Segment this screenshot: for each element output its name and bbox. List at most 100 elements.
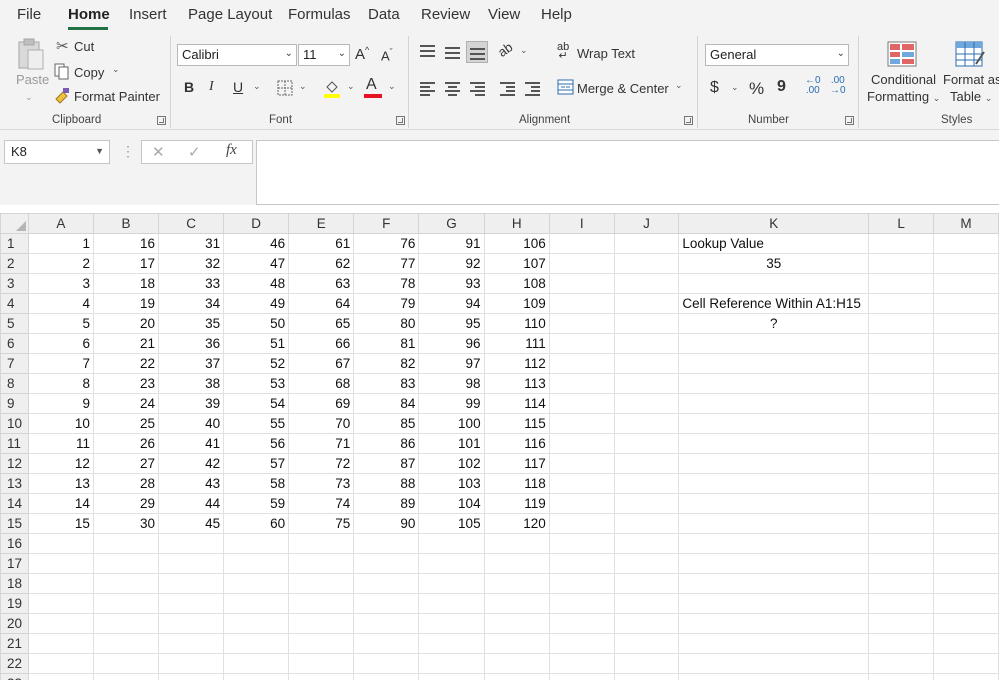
cell-f14[interactable]: 89 bbox=[353, 493, 420, 514]
cell-d5[interactable]: 50 bbox=[223, 313, 290, 334]
cell-i23[interactable] bbox=[548, 673, 615, 680]
cell-l22[interactable] bbox=[868, 653, 935, 674]
cell-b18[interactable] bbox=[92, 573, 160, 594]
cell-a11[interactable]: 11 bbox=[27, 433, 94, 454]
cell-l16[interactable] bbox=[868, 533, 935, 554]
cell-l14[interactable] bbox=[868, 493, 935, 514]
cell-f9[interactable]: 84 bbox=[353, 393, 420, 414]
cell-m3[interactable] bbox=[933, 273, 999, 294]
cell-e22[interactable] bbox=[288, 653, 355, 674]
cell-e7[interactable]: 67 bbox=[288, 353, 355, 374]
cell-f2[interactable]: 77 bbox=[353, 253, 420, 274]
cell-f23[interactable] bbox=[353, 673, 420, 680]
cell-c20[interactable] bbox=[158, 613, 225, 634]
cell-h2[interactable]: 107 bbox=[483, 253, 550, 274]
cell-b9[interactable]: 24 bbox=[92, 393, 160, 414]
cell-b10[interactable]: 25 bbox=[92, 413, 160, 434]
chevron-down-icon[interactable]: ⌄ bbox=[253, 81, 261, 92]
cell-m12[interactable] bbox=[933, 453, 999, 474]
cell-m11[interactable] bbox=[933, 433, 999, 454]
cell-f3[interactable]: 78 bbox=[353, 273, 420, 294]
underline-button[interactable]: U bbox=[233, 79, 243, 95]
cell-f21[interactable] bbox=[353, 633, 420, 654]
cell-b7[interactable]: 22 bbox=[92, 353, 160, 374]
cell-k18[interactable] bbox=[678, 573, 870, 594]
cell-j20[interactable] bbox=[613, 613, 680, 634]
cell-k2[interactable]: 35 bbox=[678, 253, 870, 274]
cell-k9[interactable] bbox=[678, 393, 870, 414]
row-header-20[interactable]: 20 bbox=[0, 613, 29, 634]
cell-h4[interactable]: 109 bbox=[483, 293, 550, 314]
cell-d16[interactable] bbox=[223, 533, 290, 554]
cell-m10[interactable] bbox=[933, 413, 999, 434]
cell-c9[interactable]: 39 bbox=[158, 393, 225, 414]
cell-d17[interactable] bbox=[223, 553, 290, 574]
fill-color-button[interactable]: ⌄ bbox=[323, 78, 357, 100]
cell-f15[interactable]: 90 bbox=[353, 513, 420, 534]
cell-c11[interactable]: 41 bbox=[158, 433, 225, 454]
cell-d3[interactable]: 48 bbox=[223, 273, 290, 294]
cell-a21[interactable] bbox=[27, 633, 94, 654]
cell-c1[interactable]: 31 bbox=[158, 233, 225, 254]
cell-f8[interactable]: 83 bbox=[353, 373, 420, 394]
font-family-select[interactable]: Calibri ⌄ bbox=[177, 44, 297, 66]
cell-h11[interactable]: 116 bbox=[483, 433, 550, 454]
cell-f17[interactable] bbox=[353, 553, 420, 574]
cell-c14[interactable]: 44 bbox=[158, 493, 225, 514]
column-header-f[interactable]: F bbox=[353, 213, 420, 234]
cell-h9[interactable]: 114 bbox=[483, 393, 550, 414]
select-all-button[interactable] bbox=[0, 213, 29, 234]
cell-g10[interactable]: 100 bbox=[418, 413, 485, 434]
cell-f4[interactable]: 79 bbox=[353, 293, 420, 314]
column-header-m[interactable]: M bbox=[933, 213, 999, 234]
align-right-icon[interactable] bbox=[470, 82, 485, 96]
cell-a2[interactable]: 2 bbox=[27, 253, 94, 274]
cell-f16[interactable] bbox=[353, 533, 420, 554]
cell-g12[interactable]: 102 bbox=[418, 453, 485, 474]
tab-review[interactable]: Review bbox=[421, 6, 470, 23]
cell-j4[interactable] bbox=[613, 293, 680, 314]
cell-l6[interactable] bbox=[868, 333, 935, 354]
number-format-select[interactable]: General ⌄ bbox=[705, 44, 849, 66]
cell-f18[interactable] bbox=[353, 573, 420, 594]
cell-i15[interactable] bbox=[548, 513, 615, 534]
cell-c12[interactable]: 42 bbox=[158, 453, 225, 474]
cell-f20[interactable] bbox=[353, 613, 420, 634]
cell-l20[interactable] bbox=[868, 613, 935, 634]
row-header-21[interactable]: 21 bbox=[0, 633, 29, 654]
cell-j5[interactable] bbox=[613, 313, 680, 334]
row-header-4[interactable]: 4 bbox=[0, 293, 29, 314]
cell-d10[interactable]: 55 bbox=[223, 413, 290, 434]
cell-c10[interactable]: 40 bbox=[158, 413, 225, 434]
cell-i3[interactable] bbox=[548, 273, 615, 294]
cell-b11[interactable]: 26 bbox=[92, 433, 160, 454]
cell-l19[interactable] bbox=[868, 593, 935, 614]
cell-j9[interactable] bbox=[613, 393, 680, 414]
cell-k3[interactable] bbox=[678, 273, 870, 294]
column-header-d[interactable]: D bbox=[223, 213, 290, 234]
cell-g11[interactable]: 101 bbox=[418, 433, 485, 454]
cell-m1[interactable] bbox=[933, 233, 999, 254]
cell-i10[interactable] bbox=[548, 413, 615, 434]
cell-k1[interactable]: Lookup Value bbox=[678, 233, 870, 254]
cell-g1[interactable]: 91 bbox=[418, 233, 485, 254]
cell-a22[interactable] bbox=[27, 653, 94, 674]
cell-l3[interactable] bbox=[868, 273, 935, 294]
cell-h1[interactable]: 106 bbox=[483, 233, 550, 254]
cell-b23[interactable] bbox=[92, 673, 160, 680]
cell-a15[interactable]: 15 bbox=[27, 513, 94, 534]
cell-g20[interactable] bbox=[418, 613, 485, 634]
cell-h14[interactable]: 119 bbox=[483, 493, 550, 514]
cell-h6[interactable]: 111 bbox=[483, 333, 550, 354]
cell-e20[interactable] bbox=[288, 613, 355, 634]
cell-a20[interactable] bbox=[27, 613, 94, 634]
row-header-2[interactable]: 2 bbox=[0, 253, 29, 274]
cell-l23[interactable] bbox=[868, 673, 935, 680]
cell-l18[interactable] bbox=[868, 573, 935, 594]
cell-i13[interactable] bbox=[548, 473, 615, 494]
decrease-indent-icon[interactable] bbox=[500, 82, 515, 96]
cell-j13[interactable] bbox=[613, 473, 680, 494]
row-header-1[interactable]: 1 bbox=[0, 233, 29, 254]
cell-k5[interactable]: ? bbox=[678, 313, 870, 334]
clipboard-dialog-launcher[interactable] bbox=[157, 116, 166, 125]
